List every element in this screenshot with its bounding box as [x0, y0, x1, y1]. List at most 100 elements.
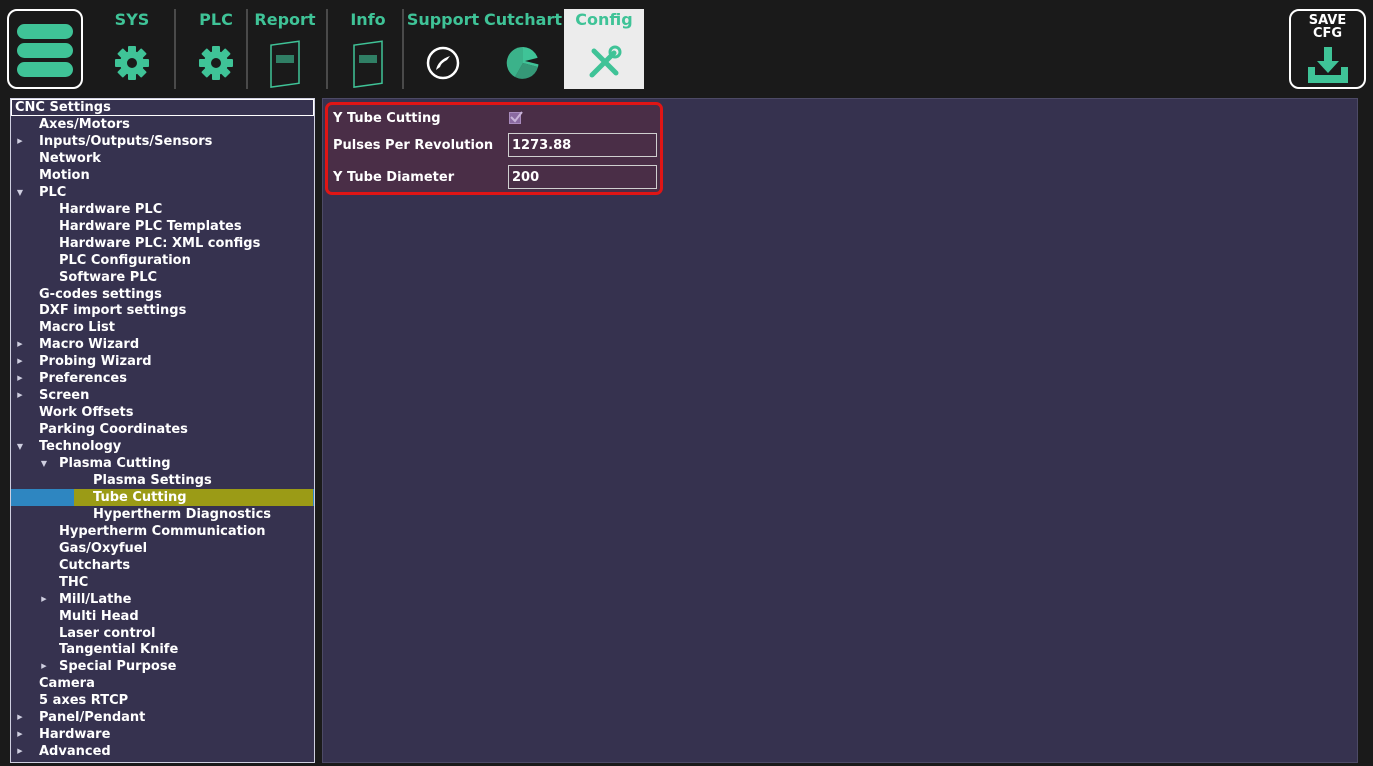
tree-item[interactable]: ▶ Inputs/Outputs/Sensors: [11, 133, 314, 150]
tree-item-label: Hardware PLC: [59, 201, 163, 217]
tree-item-label: Screen: [39, 388, 90, 404]
tree-item[interactable]: Camera: [11, 675, 314, 692]
tree-item[interactable]: Hypertherm Diagnostics: [11, 506, 314, 523]
tab-cutchart[interactable]: Cutchart: [482, 9, 564, 89]
tree-item-label: THC: [59, 574, 89, 590]
chevron-right-icon[interactable]: ▶: [15, 709, 25, 726]
chevron-right-icon[interactable]: ▶: [39, 591, 49, 608]
gear-icon: [115, 46, 149, 80]
settings-content-panel: [322, 98, 1358, 763]
tree-item-label: Parking Coordinates: [39, 422, 188, 438]
chevron-right-icon[interactable]: ▶: [15, 726, 25, 743]
tree-item[interactable]: Plasma Settings: [11, 472, 314, 489]
tree-item-label: 5 axes RTCP: [39, 693, 129, 709]
tree-item[interactable]: Network: [11, 150, 314, 167]
tab-config[interactable]: Config: [564, 9, 644, 89]
tree-item[interactable]: Axes/Motors: [11, 116, 314, 133]
tree-item[interactable]: Cutcharts: [11, 557, 314, 574]
chevron-right-icon[interactable]: ▶: [15, 353, 25, 370]
tree-item[interactable]: Multi Head: [11, 608, 314, 625]
tree-item-label: Macro List: [39, 320, 115, 336]
tree-item[interactable]: Gas/Oxyfuel: [11, 540, 314, 557]
tree-item[interactable]: Hardware PLC: [11, 201, 314, 218]
tab-support[interactable]: Support: [404, 9, 482, 89]
tree-item[interactable]: ▶ Probing Wizard: [11, 353, 314, 370]
tree-item-label: Work Offsets: [39, 405, 134, 421]
tree-item[interactable]: 5 axes RTCP: [11, 692, 314, 709]
tree-item-label: PLC: [39, 184, 67, 200]
tree-item-label: Hardware PLC: XML configs: [59, 235, 261, 251]
tree-item-label: G-codes settings: [39, 286, 162, 302]
tree-item-label: Hardware PLC Templates: [59, 218, 242, 234]
y-tube-cutting-checkbox[interactable]: [509, 111, 523, 124]
y-tube-diameter-input[interactable]: [508, 165, 657, 189]
tab-label: SYS: [114, 10, 150, 29]
tree-item[interactable]: ▶ Advanced: [11, 743, 314, 760]
tree-item[interactable]: Macro List: [11, 319, 314, 336]
tree-item-label: Cutcharts: [59, 557, 131, 573]
tree-item-label: Camera: [39, 676, 95, 692]
pulses-per-revolution-label: Pulses Per Revolution: [333, 138, 494, 153]
tree-item[interactable]: Parking Coordinates: [11, 421, 314, 438]
tree-item[interactable]: Motion: [11, 167, 314, 184]
tree-item[interactable]: Software PLC: [11, 269, 314, 286]
tree-item-label: Hypertherm Communication: [59, 523, 266, 539]
chevron-right-icon[interactable]: ▶: [15, 387, 25, 404]
tree-item-label: Probing Wizard: [39, 354, 152, 370]
tree-item[interactable]: Hardware PLC Templates: [11, 218, 314, 235]
tree-header[interactable]: CNC Settings: [11, 99, 314, 116]
tree-item-label: Mill/Lathe: [59, 591, 132, 607]
tab-info[interactable]: Info: [336, 9, 400, 89]
chevron-right-icon[interactable]: ▶: [39, 658, 49, 675]
tree-item-label: Preferences: [39, 371, 127, 387]
phone-icon: [426, 46, 460, 80]
tree-item[interactable]: Laser control: [11, 625, 314, 642]
tab-sys[interactable]: SYS: [100, 9, 164, 89]
menu-icon: [17, 43, 73, 58]
tree-item-label: Tangential Knife: [59, 642, 179, 658]
tree-item-label: Panel/Pendant: [39, 710, 146, 726]
tree-item-label: Plasma Settings: [93, 472, 212, 488]
chevron-down-icon[interactable]: ▼: [39, 455, 49, 472]
main-menu-button[interactable]: [7, 9, 83, 89]
tab-label: Report: [254, 10, 316, 29]
pie-chart-icon: [506, 46, 541, 79]
tree-item[interactable]: ▼ Plasma Cutting: [11, 455, 314, 472]
tree-item-label: Laser control: [59, 625, 156, 641]
tree-item-label: Hardware: [39, 727, 111, 743]
tree-item[interactable]: DXF import settings: [11, 302, 314, 319]
chevron-down-icon[interactable]: ▼: [15, 184, 25, 201]
tree-item-label: Hypertherm Diagnostics: [93, 506, 272, 522]
tree-item[interactable]: ▶ Hardware: [11, 726, 314, 743]
tree-item[interactable]: Tube Cutting: [11, 488, 314, 506]
tree-item[interactable]: ▶ Panel/Pendant: [11, 709, 314, 726]
tree-item[interactable]: ▶ Preferences: [11, 370, 314, 387]
tree-item[interactable]: ▼ PLC: [11, 184, 314, 201]
chevron-right-icon[interactable]: ▶: [15, 370, 25, 387]
tree-item[interactable]: ▶ Mill/Lathe: [11, 591, 314, 608]
tools-icon: [589, 45, 622, 78]
tree-item[interactable]: Work Offsets: [11, 404, 314, 421]
menu-icon: [17, 62, 73, 77]
document-icon: [353, 40, 383, 89]
tree-item[interactable]: PLC Configuration: [11, 252, 314, 269]
tree-item[interactable]: Hardware PLC: XML configs: [11, 235, 314, 252]
tab-plc[interactable]: PLC: [184, 9, 248, 89]
save-config-button[interactable]: SAVE CFG: [1289, 9, 1366, 89]
chevron-right-icon[interactable]: ▶: [15, 133, 25, 150]
tree-item-label: Software PLC: [59, 269, 158, 285]
chevron-right-icon[interactable]: ▶: [15, 336, 25, 353]
tree-item[interactable]: ▶ Macro Wizard: [11, 336, 314, 353]
tree-item[interactable]: Hypertherm Communication: [11, 523, 314, 540]
chevron-down-icon[interactable]: ▼: [15, 438, 25, 455]
tree-item[interactable]: ▼ Technology: [11, 438, 314, 455]
tree-item[interactable]: Tangential Knife: [11, 641, 314, 658]
tree-item[interactable]: THC: [11, 574, 314, 591]
tree-item[interactable]: G-codes settings: [11, 286, 314, 303]
tab-report[interactable]: Report: [250, 9, 320, 89]
tree-item[interactable]: ▶ Special Purpose: [11, 658, 314, 675]
tube-cutting-settings-group: Y Tube Cutting Pulses Per Revolution Y T…: [325, 102, 663, 195]
chevron-right-icon[interactable]: ▶: [15, 743, 25, 760]
pulses-per-revolution-input[interactable]: [508, 133, 657, 157]
tree-item[interactable]: ▶ Screen: [11, 387, 314, 404]
